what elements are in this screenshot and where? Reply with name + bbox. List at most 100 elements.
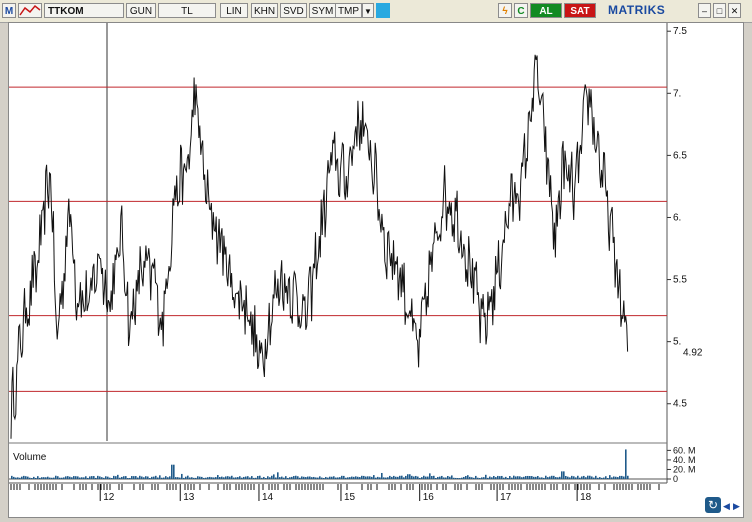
volume-bar — [583, 475, 585, 479]
volume-bar — [285, 476, 287, 479]
volume-bar — [121, 476, 123, 479]
volume-bar — [469, 476, 471, 479]
volume-bar — [243, 476, 245, 479]
volume-bar — [275, 477, 277, 479]
volume-bar — [377, 476, 379, 479]
app-menu-button[interactable]: M — [2, 3, 16, 18]
volume-bar — [357, 476, 359, 479]
volume-bar — [79, 477, 81, 479]
volume-bar — [193, 477, 195, 479]
svd-button[interactable]: SVD — [280, 3, 307, 18]
volume-bar — [17, 477, 19, 479]
volume-bar — [261, 477, 263, 479]
currency-button[interactable]: TL — [158, 3, 216, 18]
sym-button[interactable]: SYM — [309, 3, 336, 18]
volume-bar — [291, 476, 293, 479]
volume-bar — [229, 476, 231, 479]
sell-button[interactable]: SAT — [564, 3, 596, 18]
volume-bar — [281, 476, 283, 479]
volume-bar — [149, 478, 151, 479]
close-icon[interactable]: ✕ — [728, 3, 741, 18]
volume-bar — [595, 475, 597, 479]
volume-bar — [529, 476, 531, 479]
volume-bar — [181, 473, 183, 479]
khn-button[interactable]: KHN — [251, 3, 278, 18]
scroll-right-icon[interactable]: ▶ — [733, 501, 740, 512]
volume-bar — [153, 476, 155, 479]
volume-bar — [167, 477, 169, 479]
refresh-icon[interactable]: C — [514, 3, 528, 18]
volume-bar — [393, 475, 395, 479]
minimize-icon[interactable]: – — [698, 3, 711, 18]
volume-bar — [345, 477, 347, 479]
twitter-bird-icon[interactable] — [376, 3, 390, 18]
volume-bar — [451, 475, 453, 479]
price-chart[interactable]: 7.5 7. 6.5 6. 5.5 5. 4.5 60. M40. M20. M0 12 13… — [9, 23, 743, 517]
volume-bar — [525, 476, 527, 479]
volume-bar — [373, 475, 375, 479]
volume-bar — [195, 477, 197, 479]
volume-bar — [521, 477, 523, 479]
volume-bar — [619, 475, 621, 479]
volume-bar — [371, 476, 373, 479]
maximize-icon[interactable]: □ — [713, 3, 726, 18]
volume-bar — [69, 476, 71, 479]
symbol-field[interactable]: TTKOM — [44, 3, 124, 18]
volume-bar — [325, 476, 327, 479]
volume-bar — [29, 477, 31, 479]
dropdown-arrow-icon[interactable]: ▼ — [362, 3, 374, 18]
volume-bar — [437, 476, 439, 479]
volume-bar — [247, 476, 249, 479]
volume-bar — [171, 464, 173, 479]
volume-bar — [227, 476, 229, 479]
volume-bar — [579, 477, 581, 479]
volume-tick-label-3: 0 — [673, 474, 678, 484]
volume-bar — [263, 476, 265, 479]
scale-button[interactable]: LIN — [220, 3, 248, 18]
volume-bar — [129, 477, 131, 479]
volume-bar — [615, 476, 617, 479]
volume-bar — [83, 477, 85, 479]
period-button[interactable]: GUN — [126, 3, 156, 18]
volume-bar — [527, 475, 529, 479]
volume-bar — [85, 476, 87, 479]
x-tick-label-4: 16 — [423, 492, 435, 503]
volume-bar — [421, 477, 423, 479]
sync-icon[interactable]: ↻ — [705, 497, 721, 513]
volume-tick-label-2: 20. M — [673, 464, 696, 474]
chart-type-icon[interactable] — [18, 3, 42, 18]
buy-button[interactable]: AL — [530, 3, 562, 18]
chart-panel[interactable]: 7.5 7. 6.5 6. 5.5 5. 4.5 60. M 40. M 20. M0 12 13… — [8, 22, 744, 518]
volume-bar — [349, 477, 351, 479]
volume-bar — [375, 477, 377, 479]
volume-bar — [37, 476, 39, 479]
volume-bar — [219, 476, 221, 479]
volume-bar — [25, 476, 27, 479]
volume-bar — [397, 476, 399, 479]
volume-bar — [481, 477, 483, 479]
volume-bar — [321, 477, 323, 479]
volume-bar — [249, 477, 251, 479]
volume-bar — [413, 476, 415, 479]
volume-bar — [205, 477, 207, 479]
scroll-left-icon[interactable]: ◀ — [723, 501, 730, 512]
volume-bar — [487, 477, 489, 479]
volume-bar — [625, 449, 627, 479]
volume-bar — [27, 476, 29, 479]
volume-bar — [541, 477, 543, 479]
volume-bar — [191, 477, 193, 479]
volume-bar — [305, 477, 307, 479]
volume-bar — [143, 477, 145, 479]
volume-bar — [623, 476, 625, 479]
volume-bar — [23, 475, 25, 479]
volume-bar — [581, 476, 583, 479]
volume-bar — [353, 476, 355, 479]
volume-bar — [91, 476, 93, 479]
volume-bar — [467, 475, 469, 479]
volume-bar — [445, 477, 447, 479]
volume-bar — [245, 476, 247, 479]
volume-bar — [427, 476, 429, 479]
volume-bar — [431, 476, 433, 479]
tmp-button[interactable]: TMP — [335, 3, 362, 18]
lightning-icon[interactable]: ϟ — [498, 3, 512, 18]
